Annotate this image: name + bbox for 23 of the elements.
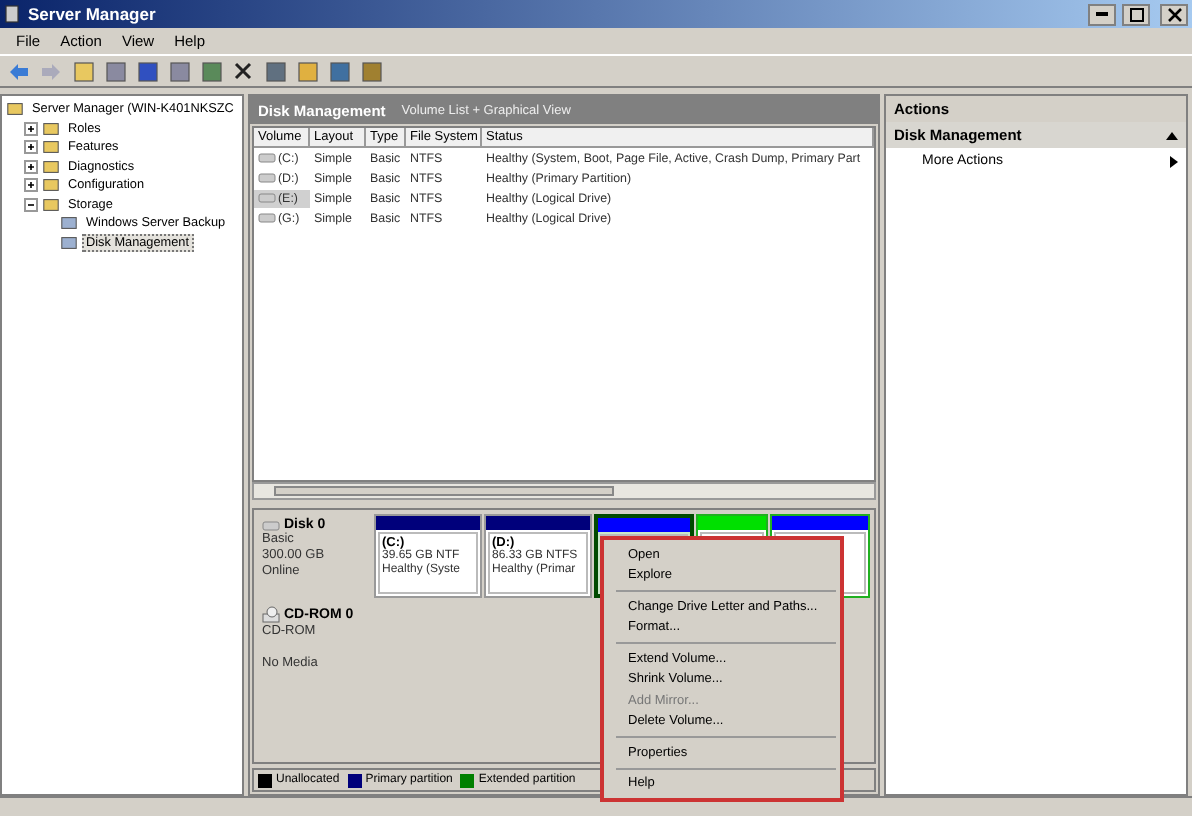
- expand-toggle-icon[interactable]: [24, 178, 38, 193]
- expand-toggle-icon[interactable]: [24, 121, 38, 136]
- toolbar-button[interactable]: [230, 58, 256, 84]
- app-icon: [4, 4, 22, 24]
- window-title: Server Manager: [28, 4, 158, 24]
- minimize-button[interactable]: [1088, 3, 1116, 25]
- close-button[interactable]: [1160, 3, 1188, 25]
- maximize-icon: [1129, 7, 1143, 21]
- expand-toggle-icon[interactable]: [24, 159, 38, 174]
- collapse-caret-icon: [1166, 131, 1178, 139]
- toolbar-button[interactable]: [134, 58, 160, 84]
- forward-arrow-icon: [40, 61, 62, 81]
- expand-toggle-icon[interactable]: [24, 140, 38, 155]
- back-arrow-icon: [8, 61, 30, 81]
- maximize-button[interactable]: [1122, 3, 1150, 25]
- minimize-icon: [1096, 12, 1108, 16]
- drive-icon: [262, 519, 280, 531]
- collapse-toggle-icon[interactable]: [24, 197, 38, 212]
- close-icon: [1167, 7, 1181, 21]
- submenu-arrow-icon: [1170, 155, 1178, 167]
- cd-drive-icon: [262, 606, 280, 624]
- horizontal-scrollbar[interactable]: [252, 482, 876, 500]
- delete-icon: [234, 62, 252, 80]
